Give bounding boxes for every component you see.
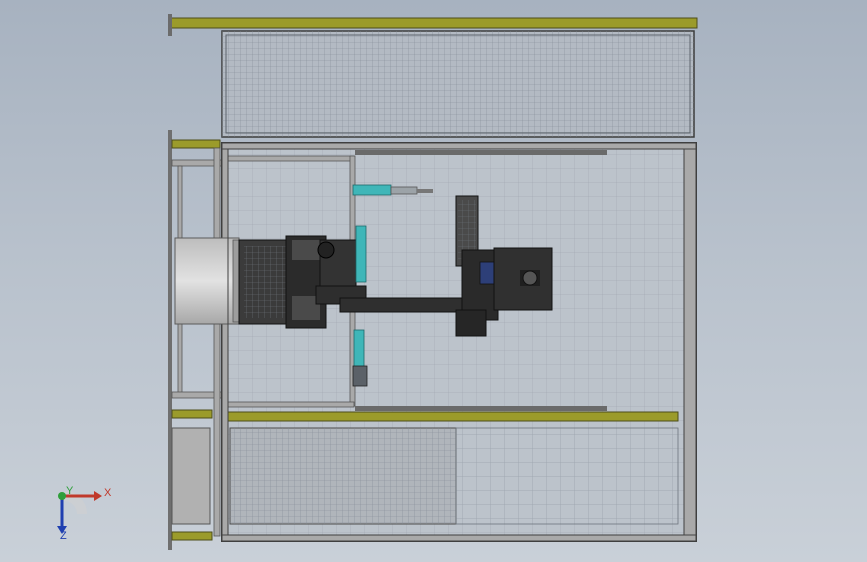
top-guard-panel [168, 14, 698, 138]
x-axis-label: X [104, 487, 112, 499]
y-axis-label: Y [66, 485, 74, 497]
rotating-drum [174, 237, 242, 325]
left-frame-posts [168, 130, 223, 550]
bottom-mesh-panels [229, 427, 679, 525]
robot-cell-drawing[interactable] [0, 0, 867, 562]
cad-viewport[interactable]: X Y Z [0, 0, 867, 562]
z-axis-label: Z [60, 530, 67, 542]
